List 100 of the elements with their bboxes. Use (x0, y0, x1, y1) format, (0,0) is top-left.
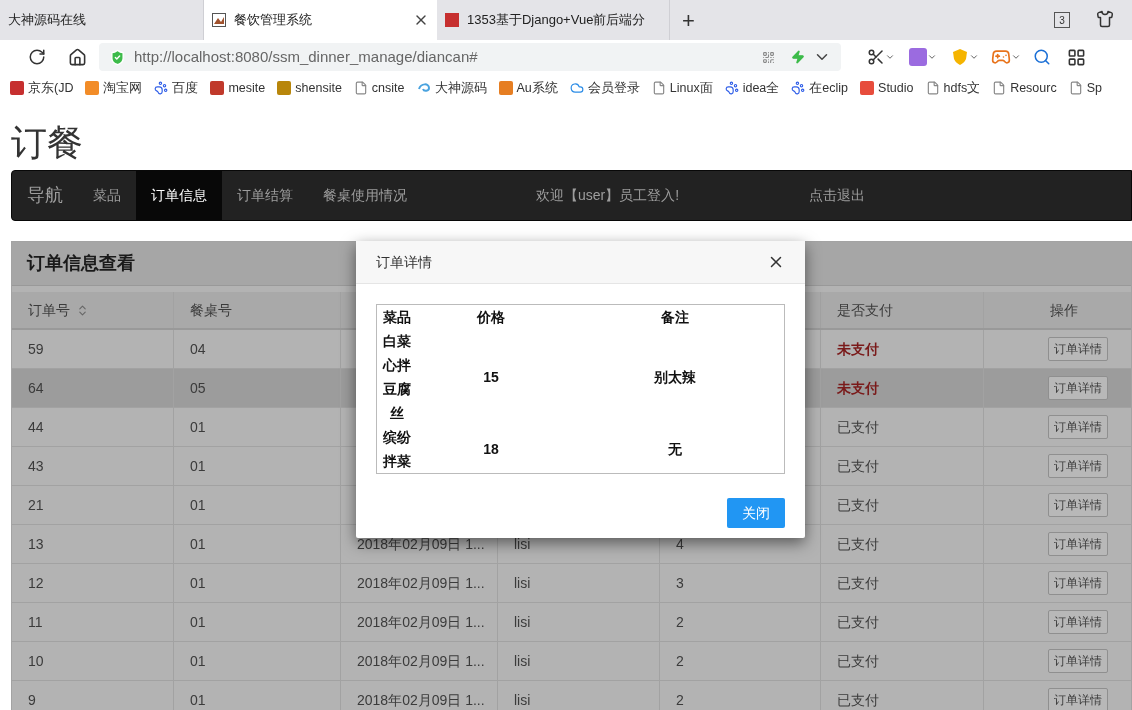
order-details-button[interactable]: 订单详情 (1048, 493, 1108, 517)
url-text: http://localhost:8080/ssm_dinner_manage/diancan# (134, 46, 479, 67)
nav-link[interactable]: 餐桌使用情况 (308, 171, 422, 220)
dish-name: 缤纷拌菜 (382, 428, 412, 471)
caret-icon[interactable] (927, 52, 937, 62)
table-cell-text: 64 (28, 378, 44, 398)
lightning-icon[interactable] (791, 50, 805, 64)
shield-icon (109, 48, 126, 66)
dish-name: 白菜心拌豆腐丝 (381, 332, 412, 423)
payment-status: 已支付 (837, 651, 879, 671)
bookmark[interactable]: cnsite (353, 78, 405, 98)
qr-code-icon[interactable] (762, 50, 775, 64)
nav-link[interactable]: 订单结算 (222, 171, 308, 220)
table-cell-text: 01 (190, 534, 206, 554)
bookmark[interactable]: mesite (210, 78, 266, 98)
column-header: 菜品 (382, 307, 412, 327)
caret-icon[interactable] (969, 52, 979, 62)
table-cell-text: 44 (28, 417, 44, 437)
shirt-icon[interactable] (1096, 10, 1114, 28)
bookmark[interactable]: 京东(JD (10, 78, 74, 98)
payment-status: 已支付 (837, 573, 879, 593)
caret-icon[interactable] (885, 52, 895, 62)
new-tab-button[interactable]: + (670, 0, 707, 40)
order-details-button[interactable]: 订单详情 (1048, 532, 1108, 556)
page-icon (651, 81, 666, 95)
page-title: 订餐 (11, 121, 83, 165)
browser-tab[interactable]: 餐饮管理系统 (204, 0, 437, 40)
order-details-button[interactable]: 订单详情 (1048, 376, 1108, 400)
reload-icon[interactable] (28, 48, 46, 66)
payment-status: 未支付 (837, 339, 879, 359)
bookmark[interactable]: hdfs文 (925, 78, 981, 98)
table-cell-text: lisi (514, 690, 531, 710)
bookmark[interactable]: 在eclip (791, 78, 849, 98)
page-icon (992, 81, 1007, 95)
bookmark[interactable]: Linux面 (651, 78, 713, 98)
payment-status: 已支付 (837, 612, 879, 632)
order-details-button[interactable]: 订单详情 (1048, 337, 1108, 361)
payment-status: 已支付 (837, 417, 879, 437)
page-icon (353, 81, 368, 95)
page-icon (925, 81, 940, 95)
table-cell-text: 2018年02月09日 1... (357, 690, 485, 710)
order-details-button[interactable]: 订单详情 (1048, 415, 1108, 439)
gamepad-icon[interactable] (991, 47, 1011, 67)
table-cell-text: 05 (190, 378, 206, 398)
payment-status: 已支付 (837, 534, 879, 554)
column-header[interactable]: 订单号 (28, 299, 70, 321)
bookmark[interactable]: idea全 (724, 78, 780, 98)
order-details-button[interactable]: 订单详情 (1048, 649, 1108, 673)
table-cell-text: 2 (676, 690, 684, 710)
table-cell-text: 04 (190, 339, 206, 359)
column-header: 操作 (1049, 300, 1078, 320)
nav-link[interactable]: 菜品 (78, 171, 136, 220)
paw-icon (154, 81, 169, 95)
caret-icon[interactable] (1011, 52, 1021, 62)
tab-count-button[interactable]: 3 (1054, 12, 1070, 28)
order-details-button[interactable]: 订单详情 (1048, 610, 1108, 634)
scissors-icon[interactable] (867, 48, 885, 66)
table-cell-text: lisi (514, 651, 531, 671)
sort-icon[interactable] (76, 303, 89, 317)
home-icon[interactable] (68, 47, 87, 67)
nav-link[interactable]: 订单信息 (136, 171, 222, 220)
table-cell-text: 01 (190, 651, 206, 671)
translate-icon[interactable] (909, 48, 927, 66)
table-cell-text: lisi (514, 573, 531, 593)
table-cell-text: 2018年02月09日 1... (357, 651, 485, 671)
table-cell-text: 43 (28, 456, 44, 476)
site-icon (445, 13, 459, 27)
shield-icon[interactable] (951, 48, 969, 66)
address-bar[interactable]: http://localhost:8080/ssm_dinner_manage/diancan# (99, 43, 841, 71)
bookmark[interactable]: Studio (860, 78, 914, 98)
note-text: 无 (666, 439, 683, 459)
table-cell-text: 10 (28, 651, 44, 671)
table-cell-text: 4 (676, 534, 684, 554)
bookmark[interactable]: 会员登录 (569, 78, 640, 98)
bookmark[interactable]: 百度 (154, 78, 199, 98)
table-cell-text: 9 (28, 690, 36, 710)
column-header: 是否支付 (837, 300, 893, 320)
bookmark[interactable]: Sp (1068, 78, 1102, 98)
search-icon[interactable] (1033, 48, 1051, 66)
welcome-text: 欢迎【user】员工登入! (536, 186, 680, 205)
grid-icon[interactable] (1067, 47, 1086, 67)
bookmark[interactable]: Resourc (992, 78, 1057, 98)
payment-status: 已支付 (837, 456, 879, 476)
table-cell-text: 11 (28, 612, 43, 632)
tab-title: 1353基于Django+Vue前后端分 (467, 11, 647, 30)
order-details-button[interactable]: 订单详情 (1048, 454, 1108, 478)
order-details-button[interactable]: 订单详情 (1048, 571, 1108, 595)
bookmark[interactable]: shensite (277, 78, 342, 98)
table-cell-text: 01 (190, 417, 206, 437)
bookmark[interactable]: Au系统 (498, 78, 558, 98)
order-details-button[interactable]: 订单详情 (1048, 688, 1108, 710)
table-cell-text: lisi (514, 534, 531, 554)
price-text: 15 (482, 367, 500, 387)
logout-link[interactable]: 点击退出 (809, 171, 866, 220)
panel-title: 订单信息查看 (27, 252, 135, 275)
page-icon (1068, 81, 1083, 95)
brand[interactable]: 导航 (12, 171, 78, 220)
table-cell-text: 2018年02月09日 1... (357, 534, 485, 554)
bookmark[interactable]: 淘宝网 (85, 78, 143, 98)
bookmark[interactable]: 大神源码 (416, 78, 487, 98)
